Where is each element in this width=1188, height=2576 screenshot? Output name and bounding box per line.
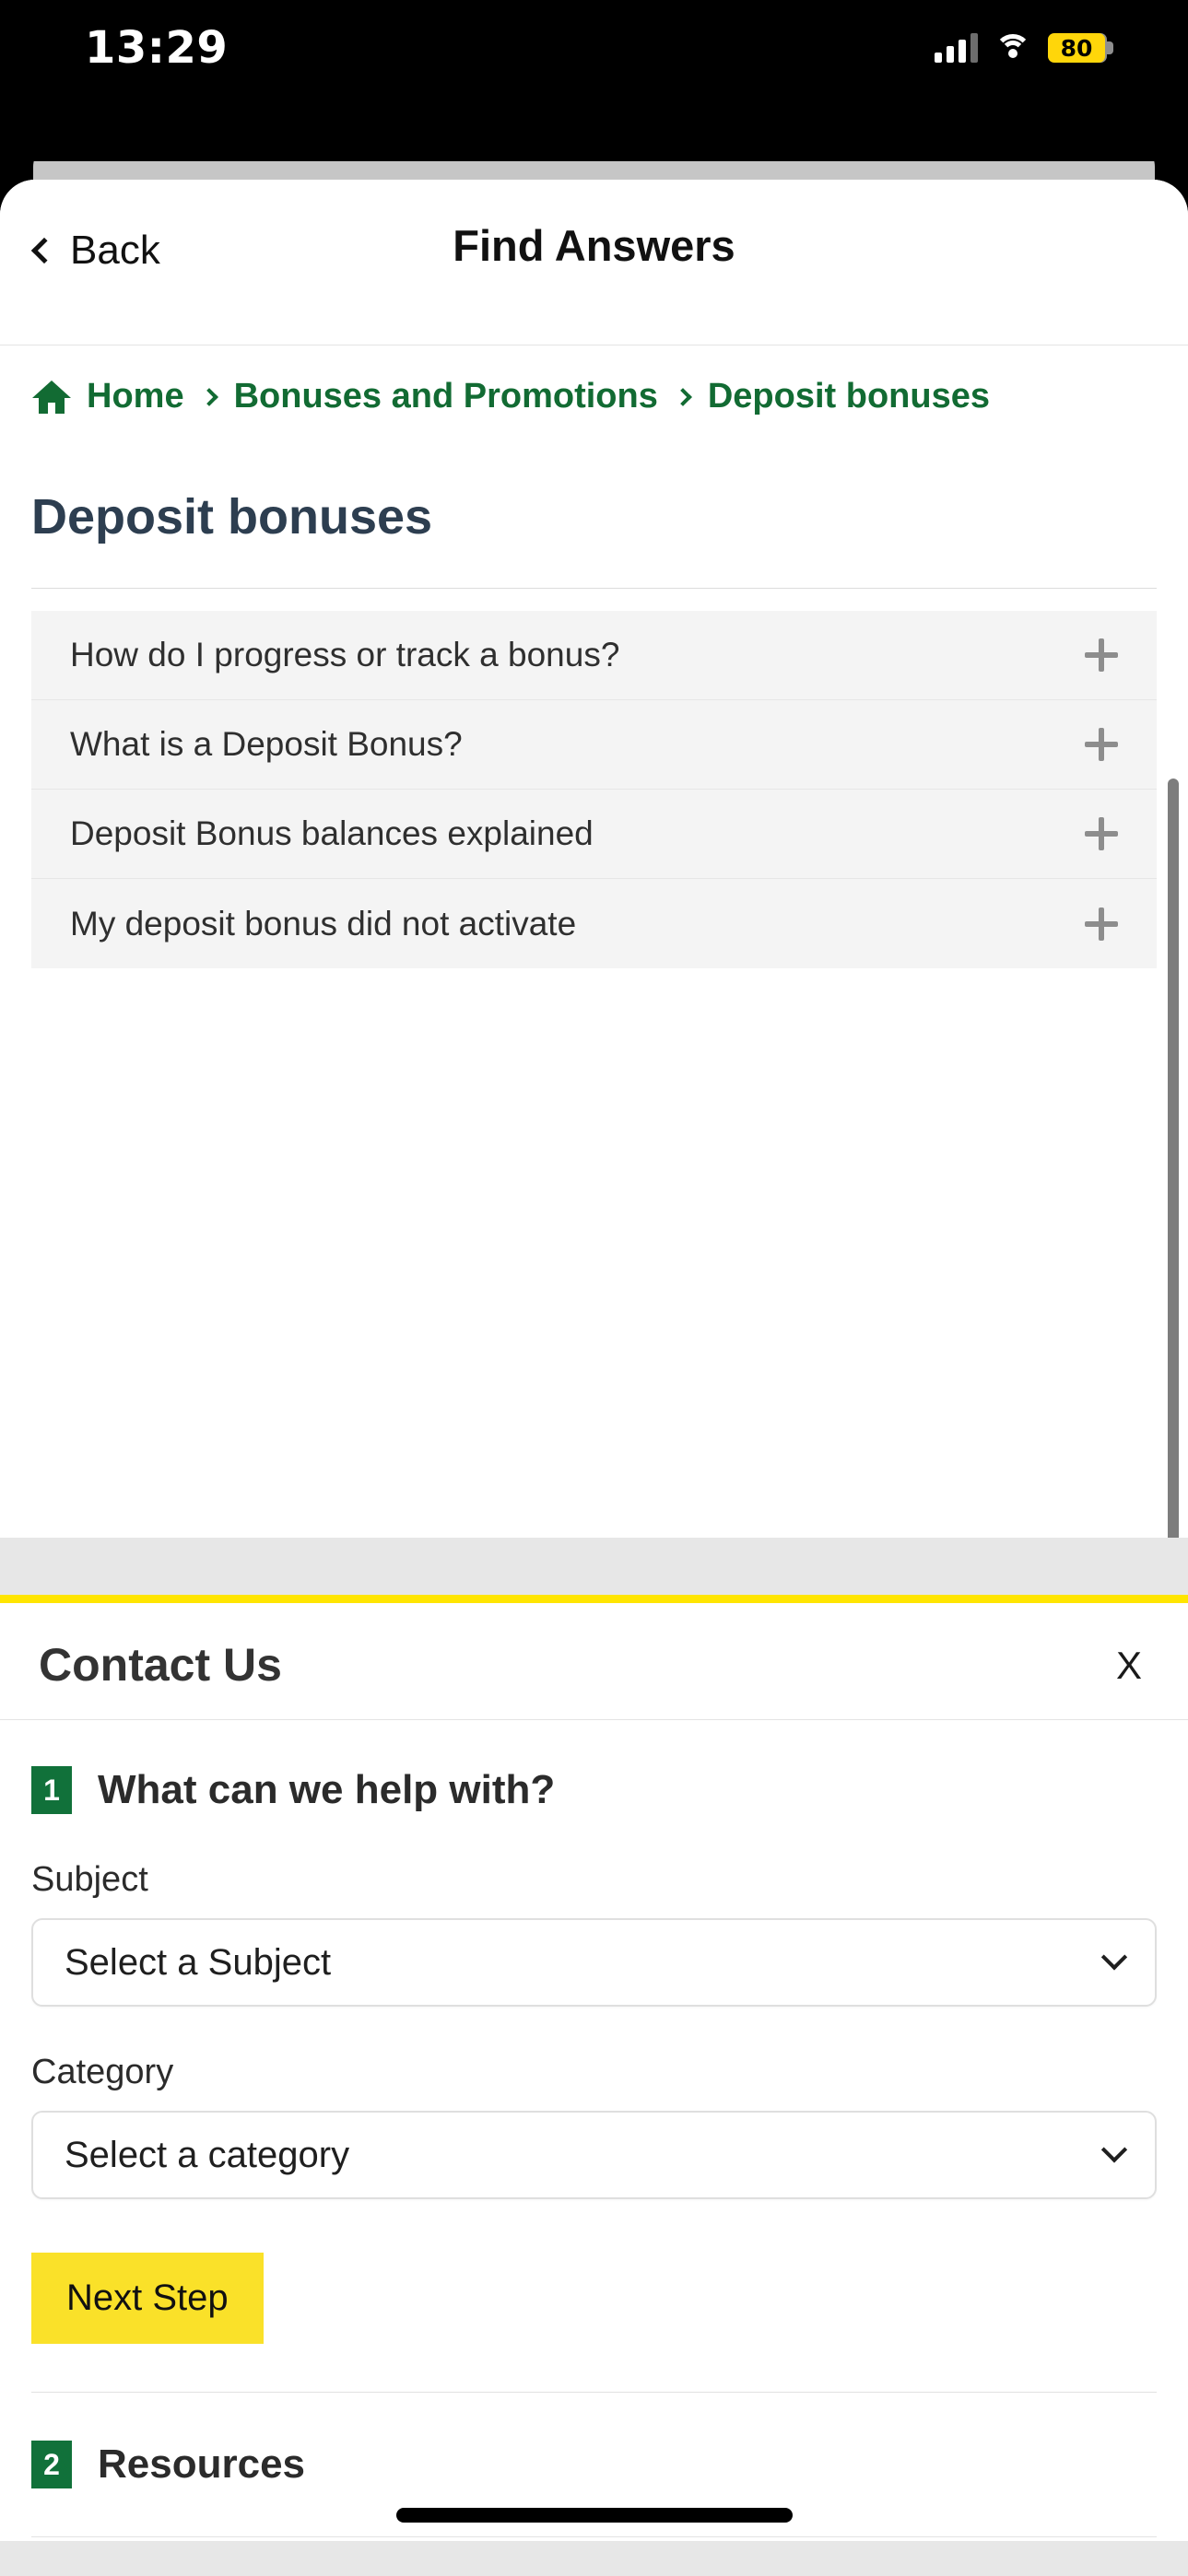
- section-gap-band: [0, 1538, 1188, 1595]
- battery-percent-label: 80: [1060, 34, 1093, 62]
- step-number-badge: 1: [31, 1766, 72, 1814]
- faq-accordion: How do I progress or track a bonus? What…: [31, 588, 1157, 968]
- faq-item-deposit-bonus-balances[interactable]: Deposit Bonus balances explained: [31, 790, 1157, 879]
- faq-question-label: What is a Deposit Bonus?: [70, 725, 463, 763]
- cellular-signal-icon: [935, 33, 978, 63]
- plus-icon[interactable]: [1085, 728, 1118, 761]
- section-heading: Deposit bonuses: [31, 489, 433, 544]
- subject-field-label: Subject: [31, 1860, 148, 1899]
- faq-item-bonus-did-not-activate[interactable]: My deposit bonus did not activate: [31, 879, 1157, 968]
- contact-step-1: 1 What can we help with? Subject Select …: [0, 1720, 1188, 2393]
- contact-us-panel: Contact Us X 1 What can we help with? Su…: [0, 1595, 1188, 2576]
- modal-sheet: Back Find Answers Home Bonuses and Promo…: [0, 180, 1188, 2576]
- home-indicator[interactable]: [395, 2508, 793, 2523]
- faq-question-label: My deposit bonus did not activate: [70, 904, 577, 943]
- chevron-down-icon: [1100, 2137, 1128, 2163]
- breadcrumb-item-bonuses-and-promotions[interactable]: Bonuses and Promotions: [234, 377, 658, 416]
- close-icon[interactable]: X: [1116, 1644, 1142, 1688]
- contact-us-title: Contact Us: [39, 1639, 282, 1691]
- next-step-button[interactable]: Next Step: [31, 2253, 264, 2344]
- chevron-down-icon: [1100, 1944, 1128, 1971]
- step-title-label: What can we help with?: [98, 1767, 556, 1812]
- page-title: Find Answers: [453, 221, 735, 270]
- status-bar-indicators: 80: [935, 28, 1113, 68]
- category-select-value: Select a category: [65, 2134, 350, 2175]
- plus-icon[interactable]: [1085, 638, 1118, 672]
- status-bar: 13:29 80: [0, 0, 1188, 161]
- navigation-bar: Back Find Answers: [0, 180, 1188, 345]
- category-field-label: Category: [31, 2053, 174, 2091]
- step-title-label: Resources: [98, 2441, 306, 2487]
- breadcrumb-item-deposit-bonuses[interactable]: Deposit bonuses: [708, 377, 990, 416]
- phone-screen: 13:29 80 Back Find Answers Home Bonuses …: [0, 0, 1188, 2576]
- plus-icon[interactable]: [1085, 817, 1118, 850]
- chevron-right-icon: [673, 387, 692, 406]
- content-scrollbar-thumb[interactable]: [1168, 779, 1179, 1538]
- wifi-icon: [994, 34, 1031, 62]
- step-number-badge: 2: [31, 2441, 72, 2488]
- subject-select[interactable]: Select a Subject: [31, 1918, 1157, 2007]
- bottom-edge-band: [0, 2541, 1188, 2576]
- help-content-scroll-area: Home Bonuses and Promotions Deposit bonu…: [0, 345, 1188, 1538]
- chevron-right-icon: [199, 387, 218, 406]
- faq-question-label: How do I progress or track a bonus?: [70, 636, 620, 673]
- breadcrumb-item-home[interactable]: Home: [87, 377, 184, 416]
- status-bar-clock: 13:29: [85, 22, 229, 74]
- home-icon[interactable]: [31, 379, 72, 416]
- battery-icon: 80: [1048, 33, 1113, 63]
- faq-question-label: Deposit Bonus balances explained: [70, 814, 594, 852]
- plus-icon[interactable]: [1085, 907, 1118, 941]
- faq-item-progress-track-bonus[interactable]: How do I progress or track a bonus?: [31, 611, 1157, 700]
- contact-us-header: Contact Us X: [0, 1603, 1188, 1720]
- breadcrumb: Home Bonuses and Promotions Deposit bonu…: [0, 345, 1188, 448]
- step-1-header[interactable]: 1 What can we help with?: [31, 1720, 1157, 1814]
- category-select[interactable]: Select a category: [31, 2111, 1157, 2199]
- subject-select-value: Select a Subject: [65, 1941, 332, 1983]
- faq-item-what-is-deposit-bonus[interactable]: What is a Deposit Bonus?: [31, 700, 1157, 790]
